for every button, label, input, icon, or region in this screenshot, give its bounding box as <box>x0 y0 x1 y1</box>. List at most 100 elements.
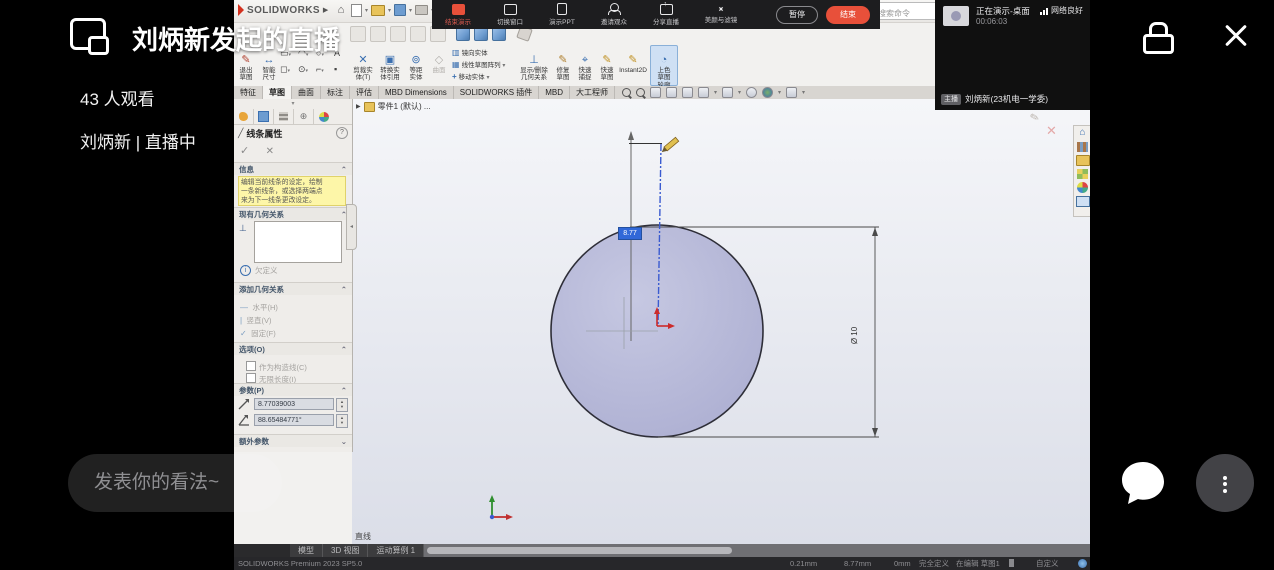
save-dropdown[interactable]: ▾ <box>409 7 412 14</box>
zoom-area-icon[interactable] <box>636 88 645 97</box>
tab-surfaces[interactable]: 曲面 <box>292 86 321 99</box>
configurations-tab[interactable] <box>274 109 294 124</box>
add-relations-header[interactable]: 添加几何关系⌃ <box>234 282 352 295</box>
cancel-button[interactable]: ✕ <box>266 146 274 157</box>
linear-pattern-button[interactable]: ▦线性草图阵列 ▾ <box>452 59 505 69</box>
relations-listbox[interactable] <box>254 221 342 263</box>
diameter-dimension-label[interactable]: Ø 10 <box>850 327 859 344</box>
extra-parameters-header[interactable]: 额外参数⌄ <box>234 434 352 447</box>
home-icon[interactable]: ⌂ <box>334 3 348 17</box>
end-presentation-button[interactable]: 结束演示 <box>432 0 484 29</box>
length-value-field[interactable]: 8.77039003 <box>254 398 334 410</box>
zoom-fit-icon[interactable] <box>622 88 631 97</box>
tab-model[interactable]: 模型 <box>290 544 323 557</box>
design-library-icon[interactable] <box>1077 142 1088 152</box>
sketch-canvas[interactable] <box>352 99 1090 544</box>
rapid-sketch-button[interactable]: ✎快速 草图 <box>596 46 618 82</box>
comment-input[interactable]: 发表你的看法~ <box>68 454 282 512</box>
property-tab[interactable] <box>234 109 254 124</box>
add-fix-relation[interactable]: ✓ 固定(F) <box>240 323 276 341</box>
panel-splitter-handle[interactable]: ◂ <box>346 204 357 250</box>
horizontal-scrollbar-thumb[interactable] <box>427 547 732 554</box>
shaded-sketch-contours-button[interactable]: ◔上色 草图 轮廓 <box>650 45 678 86</box>
share-live-button[interactable]: ↑ 分享直播 <box>640 0 692 29</box>
print-icon[interactable] <box>415 5 428 15</box>
options-header[interactable]: 选项(O)⌃ <box>234 342 352 355</box>
tab-addins[interactable]: SOLIDWORKS 插件 <box>454 86 539 99</box>
existing-relations-header[interactable]: 现有几何关系⌃ <box>234 207 352 220</box>
dimxpert-tab[interactable]: ⊕ <box>294 109 314 124</box>
pause-button[interactable]: 暂停 <box>776 6 818 24</box>
mysolidworks-icon[interactable] <box>1078 559 1087 568</box>
polygon-tool[interactable]: ⊙▾ <box>298 64 308 75</box>
length-spinner[interactable]: ▲▼ <box>336 398 348 412</box>
new-file-icon[interactable] <box>351 4 362 17</box>
scene-icon[interactable] <box>762 87 773 98</box>
new-file-dropdown[interactable]: ▾ <box>365 7 368 14</box>
angle-value-field[interactable]: 88.65484771° <box>254 414 334 426</box>
menu-flyout-arrow[interactable]: ▶ <box>323 6 328 14</box>
feature-tree-tab[interactable] <box>254 109 274 124</box>
beauty-filter-button[interactable]: 美颜与滤镜 <box>692 0 750 29</box>
tab-mbd-dimensions[interactable]: MBD Dimensions <box>379 86 454 99</box>
invite-audience-button[interactable]: 邀请观众 <box>588 0 640 29</box>
info-section-header[interactable]: 信息⌃ <box>234 162 352 175</box>
open-file-icon[interactable] <box>371 5 385 16</box>
resources-home-icon[interactable]: ⌂ <box>1074 126 1090 140</box>
display-style-icon[interactable] <box>698 87 709 98</box>
view-cube-icon[interactable] <box>492 27 506 41</box>
repair-sketch-button[interactable]: ✎修复 草图 <box>552 46 574 82</box>
point-tool[interactable]: ▪ <box>334 64 337 74</box>
ok-button[interactable]: ✓ <box>240 145 249 157</box>
file-explorer-icon[interactable] <box>1076 155 1090 166</box>
horizontal-scrollbar-track[interactable] <box>424 544 1090 557</box>
open-file-dropdown[interactable]: ▾ <box>388 7 391 14</box>
quick-snaps-button[interactable]: ⌖快速 捕捉 <box>574 46 596 82</box>
tab-scroll-area[interactable] <box>234 544 290 557</box>
tab-features[interactable]: 特征 <box>234 86 263 99</box>
instant2d-button[interactable]: ✎Instant2D <box>618 46 648 74</box>
tool-icon[interactable] <box>370 26 386 42</box>
cancel-sketch-icon[interactable]: ✕ <box>1046 123 1057 139</box>
section-view-icon[interactable] <box>666 87 677 98</box>
angle-spinner[interactable]: ▲▼ <box>336 414 348 428</box>
fillet-tool[interactable]: ⌐▾ <box>316 64 324 74</box>
search-command-box[interactable]: 搜索命令 <box>874 2 936 20</box>
trim-entities-button[interactable]: ✕剪裁实 体(T) <box>350 46 376 82</box>
end-button[interactable]: 结束 <box>826 6 870 24</box>
tab-3d-views[interactable]: 3D 视图 <box>323 544 368 557</box>
appearances-icon[interactable] <box>746 87 757 98</box>
tab-evaluate[interactable]: 评估 <box>350 86 379 99</box>
convert-entities-button[interactable]: ▣转换实 体引用 <box>376 46 404 82</box>
display-relations-button[interactable]: ⊥显示/删除 几何关系 <box>516 46 552 82</box>
help-icon[interactable]: ? <box>336 127 348 139</box>
parameters-header[interactable]: 参数(P)⌃ <box>234 383 352 396</box>
more-options-button[interactable] <box>1196 454 1254 512</box>
custom-toolbar-label[interactable]: 自定义 <box>1036 557 1059 570</box>
tab-motion-study[interactable]: 运动算例 1 <box>368 544 424 557</box>
presenter-preview-window[interactable]: 正在演示-桌面 00:06:03 网络良好 主播 刘炳新(23机电一学委) <box>935 0 1090 110</box>
move-entities-button[interactable]: +移动实体 ▾ <box>452 71 490 81</box>
appearances-scenes-icon[interactable] <box>1077 169 1088 179</box>
close-stream-icon[interactable] <box>1220 20 1252 52</box>
tab-sketch[interactable]: 草图 <box>263 86 292 99</box>
dynamic-annotation-icon[interactable] <box>682 87 693 98</box>
previous-view-icon[interactable] <box>650 87 661 98</box>
slot-tool[interactable]: ◻▾ <box>280 64 290 75</box>
view-cube-icon[interactable] <box>456 27 470 41</box>
graphics-viewport[interactable]: ▶ 零件1 (默认) ... <box>352 99 1090 544</box>
switch-window-button[interactable]: 切换窗口 <box>484 0 536 29</box>
tab-annotate[interactable]: 标注 <box>321 86 350 99</box>
screen-lock-icon[interactable] <box>1143 22 1174 54</box>
tab-mbd[interactable]: MBD <box>539 86 570 99</box>
tool-icon[interactable] <box>410 26 426 42</box>
tool-icon[interactable] <box>390 26 406 42</box>
mirror-entities-button[interactable]: ▥镜向实体 <box>452 47 488 57</box>
hide-show-items-icon[interactable] <box>722 87 733 98</box>
display-pane-tab[interactable] <box>314 109 333 124</box>
present-ppt-button[interactable]: 演示PPT <box>536 0 588 29</box>
view-cube-icon[interactable] <box>474 27 488 41</box>
offset-entities-button[interactable]: ⊚等距 实体 <box>404 46 428 82</box>
chat-bubble-icon[interactable] <box>1114 454 1172 512</box>
tab-custom[interactable]: 大工程师 <box>570 86 615 99</box>
